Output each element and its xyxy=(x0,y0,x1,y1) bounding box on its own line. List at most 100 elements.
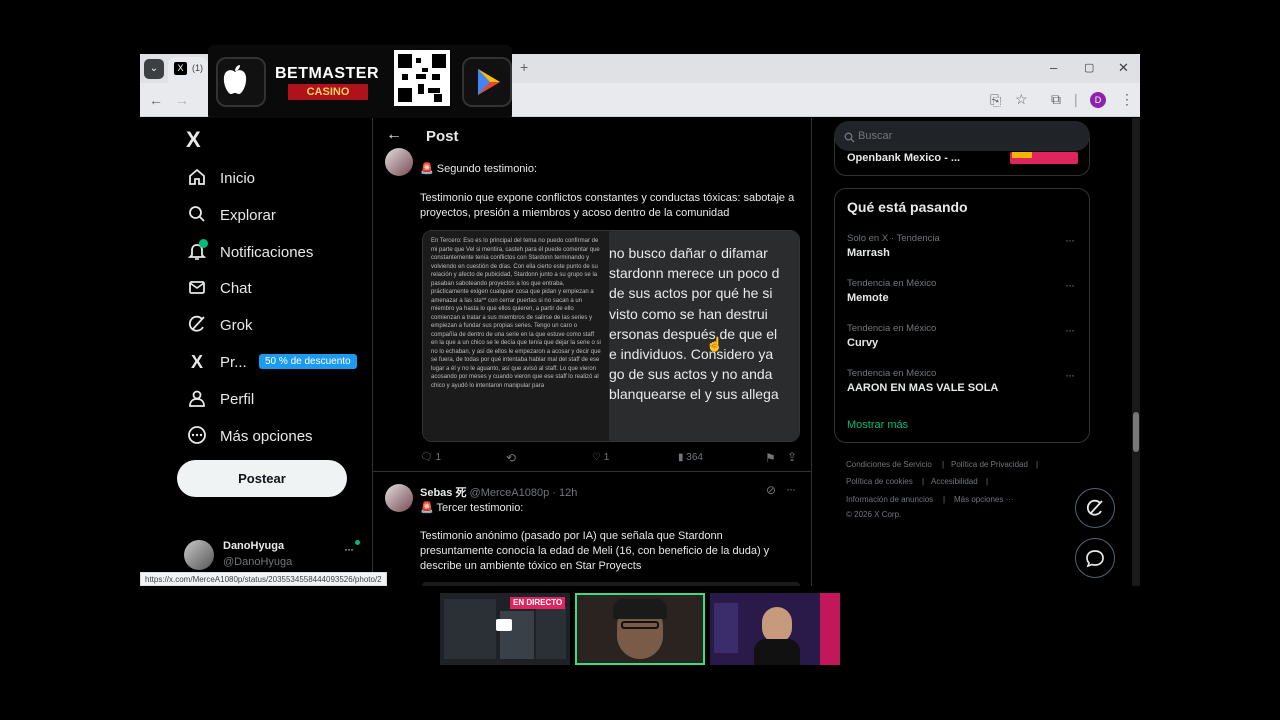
footer-cookies[interactable]: Política de cookies xyxy=(846,477,913,486)
views-count: 364 xyxy=(686,452,703,463)
sidebar-item-inicio[interactable]: Inicio xyxy=(186,163,255,193)
x-logo-icon[interactable]: X xyxy=(186,127,201,153)
promoted-card-thumb xyxy=(1010,152,1078,164)
account-switcher[interactable]: DanoHyuga @DanoHyuga ··· xyxy=(184,538,364,572)
footer-more[interactable]: Más opciones ··· xyxy=(954,495,1014,504)
bell-icon xyxy=(186,239,208,263)
footer-terms[interactable]: Condiciones de Servicio xyxy=(846,460,932,469)
views-button[interactable]: ▮ 364 xyxy=(678,452,703,463)
new-tab-button[interactable]: + xyxy=(520,59,528,75)
browser-menu-icon[interactable]: ⋮ xyxy=(1120,91,1134,107)
tweet-header-partial: Sebas 死 @MerceA1080p · 12h xyxy=(420,148,562,152)
show-more-link[interactable]: Mostrar más xyxy=(847,419,908,431)
footer-sep: | xyxy=(1036,460,1039,469)
trend-more-icon[interactable]: ··· xyxy=(1065,368,1075,382)
footer-accessibility[interactable]: Accesibilidad xyxy=(931,477,978,486)
mail-icon xyxy=(186,277,208,299)
trend-more-icon[interactable]: ··· xyxy=(1065,278,1075,292)
trend-title[interactable]: Memote xyxy=(847,292,889,304)
trends-panel: Qué está pasando Solo en X · Tendencia M… xyxy=(834,188,1090,443)
sidebar-item-label: Grok xyxy=(220,316,253,334)
post-button[interactable]: Postear xyxy=(177,460,347,497)
trends-title: Qué está pasando xyxy=(847,199,968,215)
repost-icon[interactable]: ⟲ xyxy=(506,451,516,465)
maximize-button[interactable]: ▢ xyxy=(1084,61,1094,74)
profile-avatar[interactable]: D xyxy=(1090,92,1106,108)
live-badge: EN DIRECTO xyxy=(510,597,566,609)
tweet-more-icon[interactable]: ··· xyxy=(786,482,796,496)
grok-fab[interactable] xyxy=(1075,488,1115,528)
forward-arrow-icon[interactable]: → xyxy=(175,92,189,108)
bookmark-star-icon[interactable]: ☆ xyxy=(1015,91,1028,107)
image-text-left: En Tercero: Eso es lo principal del tema… xyxy=(423,231,609,441)
grok-icon xyxy=(186,314,208,336)
trend-more-icon[interactable]: ··· xyxy=(1065,233,1075,247)
next-media-edge xyxy=(422,582,800,586)
trend-title[interactable]: AARON EN MAS VALE SOLA xyxy=(847,382,998,394)
active-tab[interactable]: X (1) xyxy=(168,57,208,83)
trend-meta: Solo en X · Tendencia xyxy=(847,233,940,244)
trend-title[interactable]: Marrash xyxy=(847,247,890,259)
sidebar-item-perfil[interactable]: Perfil xyxy=(186,384,254,414)
qr-code xyxy=(394,50,450,106)
scrollbar-thumb[interactable] xyxy=(1133,412,1139,452)
premium-discount-badge[interactable]: 50 % de descuento xyxy=(259,354,357,369)
more-circle-icon xyxy=(186,425,208,447)
page-scrollbar[interactable] xyxy=(1132,118,1140,586)
sidebar-item-chat[interactable]: Chat xyxy=(186,273,252,303)
views-icon: ▮ xyxy=(678,452,684,463)
footer-sep: | xyxy=(986,477,989,486)
bookmark-icon[interactable]: ⚑ xyxy=(765,451,776,465)
tweet-body: Testimonio que expone conflictos constan… xyxy=(420,192,795,219)
tweet-avatar[interactable] xyxy=(385,484,413,512)
footer-privacy[interactable]: Política de Privacidad xyxy=(951,460,1028,469)
footer-sep: | xyxy=(942,460,945,469)
trend-more-icon[interactable]: ··· xyxy=(1065,323,1075,337)
image-line: go de sus actos y no anda xyxy=(609,366,773,383)
tweet-time[interactable]: · 12h xyxy=(552,487,577,499)
status-bar-url: https://x.com/MerceA1080p/status/2035534… xyxy=(140,572,387,586)
like-button[interactable]: ♡ 1 xyxy=(592,452,609,463)
screen-preview-cam: EN DIRECTO xyxy=(440,593,570,665)
sponsor-ad-banner: BETMASTER CASINO xyxy=(208,45,512,121)
trend-meta: Tendencia en México xyxy=(847,368,937,379)
x-premium-icon: X xyxy=(190,352,203,372)
reply-button[interactable]: 🗨 1 xyxy=(420,452,441,463)
tweet-image[interactable]: En Tercero: Eso es lo principal del tema… xyxy=(422,230,800,442)
account-more-icon[interactable]: ··· xyxy=(344,542,354,556)
sidebar-item-premium[interactable]: X Pr... xyxy=(186,347,247,377)
sidebar-item-label: Chat xyxy=(220,279,252,297)
tab-search-button[interactable]: ⌄ xyxy=(144,59,164,79)
author-name[interactable]: Sebas 死 xyxy=(420,487,466,499)
extensions-icon[interactable]: ⧉ xyxy=(1051,91,1061,107)
trend-title[interactable]: Curvy xyxy=(847,337,878,349)
image-text-right: no busco dañar o difamar stardonn merece… xyxy=(609,231,799,441)
image-line: visto como se han destrui xyxy=(609,305,768,322)
person-icon xyxy=(186,388,208,410)
footer-ads-info[interactable]: Información de anuncios xyxy=(846,495,933,504)
messages-fab[interactable] xyxy=(1075,538,1115,578)
sidebar-item-mas-opciones[interactable]: Más opciones xyxy=(186,421,313,451)
install-app-icon[interactable]: ⎘ xyxy=(990,92,1001,108)
back-button[interactable]: ← xyxy=(386,126,402,144)
minimize-button[interactable]: – xyxy=(1050,60,1057,75)
sidebar-item-label: Explorar xyxy=(220,206,276,224)
guest-webcam xyxy=(710,593,840,665)
image-line: ersonas después de que el xyxy=(609,325,778,342)
tweet-body: Testimonio anónimo (pasado por IA) que s… xyxy=(420,530,770,572)
grok-analyze-icon[interactable]: ⊘ xyxy=(766,483,776,497)
sidebar-item-explorar[interactable]: Explorar xyxy=(186,200,276,230)
back-arrow-icon[interactable]: ← xyxy=(149,92,163,108)
promoted-card[interactable]: Openbank Mexico - ... xyxy=(834,138,1090,176)
sidebar-item-notificaciones[interactable]: Notificaciones xyxy=(186,237,313,267)
close-window-button[interactable]: ✕ xyxy=(1118,60,1129,76)
share-icon[interactable]: ⇪ xyxy=(787,450,797,464)
tweet-avatar[interactable] xyxy=(385,148,413,176)
notification-dot xyxy=(199,239,208,248)
account-handle: @DanoHyuga xyxy=(223,556,293,568)
mouse-cursor-icon: ☝ xyxy=(706,336,724,352)
author-handle[interactable]: @MerceA1080p xyxy=(470,487,550,499)
sidebar-item-grok[interactable]: Grok xyxy=(186,310,253,340)
account-name: DanoHyuga xyxy=(223,540,285,552)
footer-sep: | xyxy=(943,495,946,504)
